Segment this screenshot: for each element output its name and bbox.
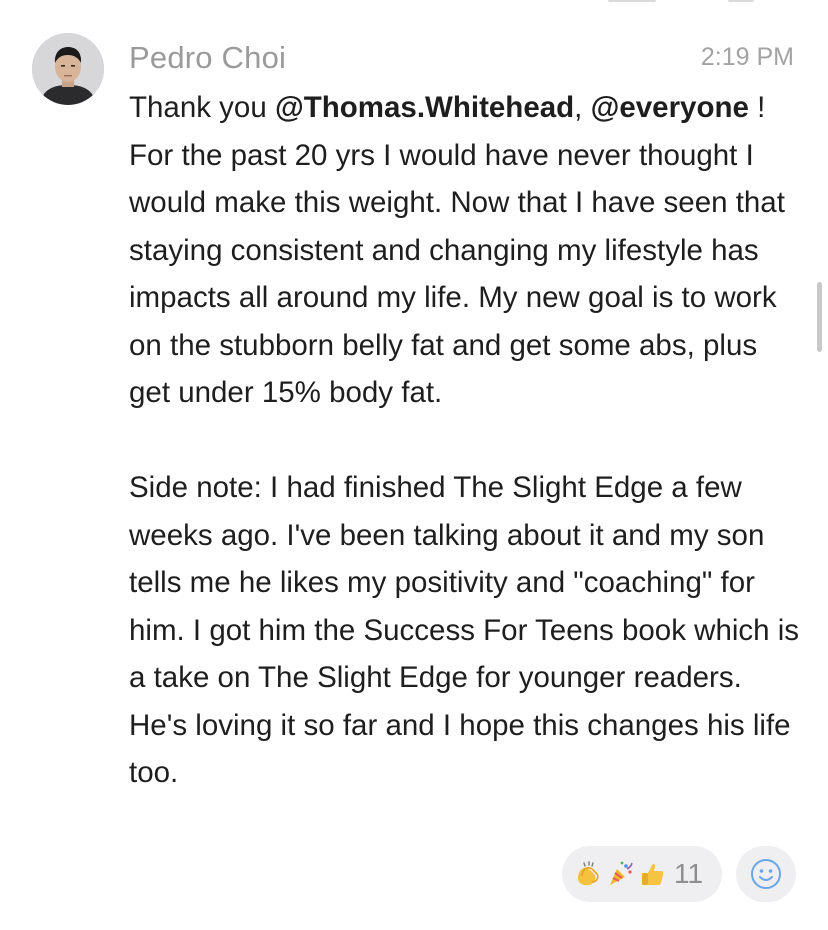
party-popper-emoji <box>604 854 636 894</box>
message-text: Thank you <box>129 91 275 124</box>
smiley-face-icon <box>751 859 781 889</box>
mention-thomas-whitehead[interactable]: @Thomas.Whitehead <box>275 91 574 124</box>
message-text: , <box>574 91 591 124</box>
message-paragraph: Thank you @Thomas.Whitehead, @everyone !… <box>129 84 801 417</box>
scrollbar[interactable] <box>817 282 822 352</box>
message-paragraph: Side note: I had finished The Slight Edg… <box>129 471 800 789</box>
message-text: ! For the past 20 yrs I would have never… <box>129 91 785 409</box>
avatar-photo <box>32 33 104 105</box>
add-reaction-button[interactable] <box>736 846 796 902</box>
thumbs-up-emoji <box>636 854 668 894</box>
reaction-count: 11 <box>674 858 704 889</box>
sender-name[interactable]: Pedro Choi <box>129 40 286 76</box>
mention-everyone[interactable]: @everyone <box>591 91 749 124</box>
chat-message: Pedro Choi 2:19 PM Thank you @Thomas.Whi… <box>0 0 828 930</box>
reaction-pill[interactable]: 11 <box>562 846 722 902</box>
message-timestamp: 2:19 PM <box>700 43 794 71</box>
avatar[interactable] <box>32 33 104 105</box>
clapping-hands-emoji <box>572 854 604 894</box>
message-body: Thank you @Thomas.Whitehead, @everyone !… <box>129 84 801 797</box>
